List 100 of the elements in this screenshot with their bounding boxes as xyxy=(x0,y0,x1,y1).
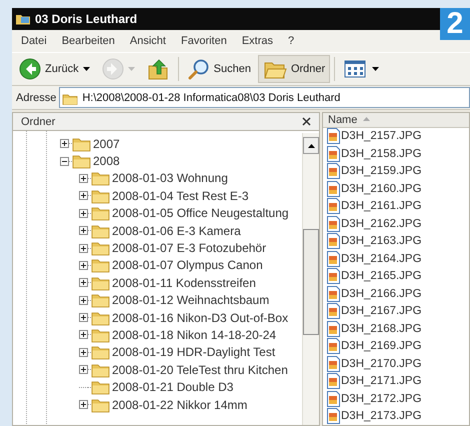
folder-icon xyxy=(91,274,110,291)
expand-icon[interactable] xyxy=(79,330,88,340)
folders-button[interactable]: Ordner xyxy=(258,55,330,83)
file-name[interactable]: D3H_2170.JPG xyxy=(341,358,422,370)
file-name[interactable]: D3H_2158.JPG xyxy=(341,148,422,160)
folder-item[interactable]: 2008-01-07 Olympus Canon xyxy=(112,258,263,272)
image-file-icon xyxy=(327,180,340,197)
expand-icon[interactable] xyxy=(79,226,88,236)
image-file-icon xyxy=(327,338,340,354)
file-name[interactable]: D3H_2173.JPG xyxy=(341,410,422,422)
image-file-icon xyxy=(327,390,340,407)
expand-icon[interactable] xyxy=(79,278,88,288)
caret-icon xyxy=(372,67,380,71)
image-file-icon xyxy=(327,286,340,302)
expand-icon[interactable] xyxy=(79,313,88,322)
image-file-icon xyxy=(327,303,340,320)
file-name[interactable]: D3H_2162.JPG xyxy=(341,218,422,230)
folder-icon xyxy=(91,240,110,256)
image-file-icon xyxy=(327,373,340,390)
file-name[interactable]: D3H_2165.JPG xyxy=(341,270,422,282)
folder-item[interactable]: 2008-01-19 HDR-Daylight Test xyxy=(112,345,276,360)
expand-icon[interactable] xyxy=(79,191,88,200)
folder-icon xyxy=(91,396,110,413)
folder-item[interactable]: 2008-01-05 Office Neugestaltung xyxy=(112,206,289,220)
folder-item[interactable]: 2007 xyxy=(93,136,120,151)
menu-item[interactable]: Bearbeiten xyxy=(62,35,115,47)
expand-icon[interactable] xyxy=(79,296,88,305)
menu-item[interactable]: Datei xyxy=(21,35,47,47)
folder-icon xyxy=(91,292,110,308)
search-button[interactable]: Suchen xyxy=(182,55,256,83)
menu-item[interactable]: Extras xyxy=(242,35,274,47)
column-header[interactable]: Name xyxy=(323,113,468,126)
image-file-icon xyxy=(327,268,340,284)
file-name[interactable]: D3H_2159.JPG xyxy=(341,165,422,178)
folder-icon xyxy=(72,153,91,170)
expand-icon[interactable] xyxy=(79,244,88,253)
image-file-icon xyxy=(327,356,340,372)
folder-icon xyxy=(91,326,110,343)
image-file-icon xyxy=(327,216,340,232)
folder-item[interactable]: 2008-01-22 Nikkor 14mm xyxy=(112,398,248,412)
file-name[interactable]: D3H_2167.JPG xyxy=(341,305,422,318)
expand-icon[interactable] xyxy=(79,260,88,270)
folder-icon xyxy=(91,170,110,186)
scroll-up-button[interactable] xyxy=(303,137,319,154)
folder-item[interactable]: 2008-01-20 TeleTest thru Kitchen xyxy=(112,362,288,377)
file-name[interactable]: D3H_2172.JPG xyxy=(341,392,422,405)
address-field[interactable]: H:\2008\2008-01-28 Informatica08\03 Doris Leuthard xyxy=(59,87,470,108)
badge: 2 xyxy=(440,8,470,40)
menu-item[interactable]: ? xyxy=(288,35,294,47)
expand-icon[interactable] xyxy=(60,139,69,148)
file-name[interactable]: D3H_2166.JPG xyxy=(341,288,422,300)
folder-item[interactable]: 2008-01-07 E-3 Fotozubehör xyxy=(112,241,266,256)
close-icon[interactable] xyxy=(302,117,311,126)
expand-icon[interactable] xyxy=(79,348,88,357)
file-name[interactable]: D3H_2160.JPG xyxy=(341,182,422,195)
file-name[interactable]: D3H_2161.JPG xyxy=(341,200,422,212)
folder-icon xyxy=(72,136,91,152)
folder-icon xyxy=(91,257,110,274)
file-name[interactable]: D3H_2163.JPG xyxy=(341,235,422,248)
folder-up-icon xyxy=(146,58,169,80)
back-button[interactable]: Zurück xyxy=(14,55,95,83)
expand-icon[interactable] xyxy=(79,400,88,410)
image-file-icon xyxy=(327,198,340,214)
folder-item[interactable]: 2008 xyxy=(93,154,120,168)
menu-item[interactable]: Favoriten xyxy=(180,35,227,47)
file-name[interactable]: D3H_2157.JPG xyxy=(341,130,422,142)
folder-icon xyxy=(15,12,31,26)
collapse-icon[interactable] xyxy=(60,156,69,166)
file-name[interactable]: D3H_2169.JPG xyxy=(341,340,422,352)
folder-item[interactable]: 2008-01-16 Nikon-D3 Out-of-Box xyxy=(112,310,288,325)
folder-icon xyxy=(91,344,110,360)
scrollbar[interactable] xyxy=(302,133,319,425)
pane-title: Ordner xyxy=(21,116,56,128)
expand-icon[interactable] xyxy=(79,174,88,183)
folder-item[interactable]: 2008-01-12 Weihnachtsbaum xyxy=(112,293,270,308)
view-grid-icon xyxy=(344,59,368,79)
folder-item[interactable]: 2008-01-18 Nikon 14-18-20-24 xyxy=(112,328,276,342)
file-name[interactable]: D3H_2164.JPG xyxy=(341,252,422,265)
file-name[interactable]: D3H_2168.JPG xyxy=(341,322,422,335)
menu-item[interactable]: Ansicht xyxy=(130,35,166,47)
scroll-thumb[interactable] xyxy=(303,229,319,335)
file-name[interactable]: D3H_2171.JPG xyxy=(341,375,422,388)
caret-icon xyxy=(82,67,90,71)
image-file-icon xyxy=(327,250,340,267)
folder-item[interactable]: 2008-01-04 Test Rest E-3 xyxy=(112,188,249,203)
image-file-icon xyxy=(327,128,340,144)
expand-icon[interactable] xyxy=(79,365,88,374)
image-file-icon xyxy=(327,320,340,337)
folder-icon xyxy=(91,362,110,378)
folder-item[interactable]: 2008-01-06 E-3 Kamera xyxy=(112,224,241,238)
folder-icon xyxy=(91,205,110,222)
folder-item[interactable]: 2008-01-03 Wohnung xyxy=(112,171,228,186)
folder-icon xyxy=(91,188,110,204)
expand-icon[interactable] xyxy=(79,208,88,218)
sort-arrow-icon xyxy=(363,116,370,121)
folder-icon xyxy=(91,379,110,396)
folder-item[interactable]: 2008-01-21 Double D3 xyxy=(112,380,234,394)
address-label: Adresse xyxy=(16,92,56,104)
up-arrow-icon xyxy=(308,144,314,148)
folder-item[interactable]: 2008-01-11 Kodensstreifen xyxy=(112,276,256,290)
